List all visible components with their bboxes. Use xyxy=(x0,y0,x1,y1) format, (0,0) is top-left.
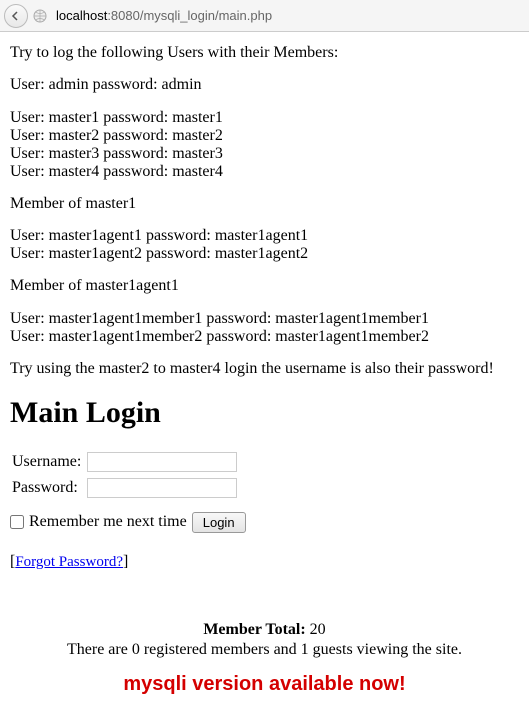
members-block: User: master1agent1member1 password: mas… xyxy=(10,310,519,346)
visitors-line: There are 0 registered members and 1 gue… xyxy=(10,641,519,659)
member-total-label: Member Total: xyxy=(203,621,305,638)
credential-line: User: master1agent1 password: master1age… xyxy=(10,227,519,245)
credential-line: User: master1agent1member1 password: mas… xyxy=(10,310,519,328)
credential-line: User: master3 password: master3 xyxy=(10,145,519,163)
credential-line: User: master2 password: master2 xyxy=(10,127,519,145)
username-label: Username: xyxy=(12,450,85,474)
promo-text: mysqli version available now! xyxy=(10,673,519,696)
back-button[interactable] xyxy=(4,4,28,28)
credential-line: User: master1agent2 password: master1age… xyxy=(10,245,519,263)
member-total-line: Member Total: 20 xyxy=(10,621,519,639)
admin-credential: User: admin password: admin xyxy=(10,76,519,94)
intro-text: Try to log the following Users with thei… xyxy=(10,44,519,62)
browser-toolbar: localhost:8080/mysqli_login/main.php xyxy=(0,0,529,32)
bracket-right: ] xyxy=(123,553,128,570)
visitors-prefix: There are xyxy=(67,641,132,658)
page-content: Try to log the following Users with thei… xyxy=(0,32,529,708)
username-input[interactable] xyxy=(87,452,237,472)
forgot-password-wrap: [Forgot Password?] xyxy=(10,553,519,571)
registered-count: 0 xyxy=(132,641,140,658)
forgot-password-link[interactable]: Forgot Password? xyxy=(15,554,123,570)
page-title: Main Login xyxy=(10,396,519,430)
globe-icon xyxy=(32,8,48,24)
remember-row: Remember me next time Login xyxy=(10,512,519,533)
remember-checkbox[interactable] xyxy=(10,515,24,529)
password-input[interactable] xyxy=(87,478,237,498)
stats-block: Member Total: 20 There are 0 registered … xyxy=(10,621,519,659)
url-path: :8080/mysqli_login/main.php xyxy=(107,8,272,23)
agents-block: User: master1agent1 password: master1age… xyxy=(10,227,519,263)
login-button[interactable]: Login xyxy=(192,512,246,533)
guests-count: 1 xyxy=(301,641,309,658)
url-host: localhost xyxy=(56,8,107,23)
member-master1-label: Member of master1 xyxy=(10,195,519,213)
credential-line: User: master1agent1member2 password: mas… xyxy=(10,328,519,346)
note-text: Try using the master2 to master4 login t… xyxy=(10,360,519,378)
visitors-mid: registered members and xyxy=(140,641,301,658)
password-label: Password: xyxy=(12,476,85,500)
masters-block: User: master1 password: master1 User: ma… xyxy=(10,109,519,181)
credential-line: User: master4 password: master4 xyxy=(10,163,519,181)
login-form: Username: Password: xyxy=(10,448,243,502)
member-agent1-label: Member of master1agent1 xyxy=(10,277,519,295)
url-bar[interactable]: localhost:8080/mysqli_login/main.php xyxy=(52,6,525,25)
member-total-value: 20 xyxy=(310,621,326,638)
credential-line: User: master1 password: master1 xyxy=(10,109,519,127)
remember-label: Remember me next time xyxy=(29,513,187,531)
arrow-left-icon xyxy=(10,10,22,22)
visitors-suffix: guests viewing the site. xyxy=(309,641,462,658)
